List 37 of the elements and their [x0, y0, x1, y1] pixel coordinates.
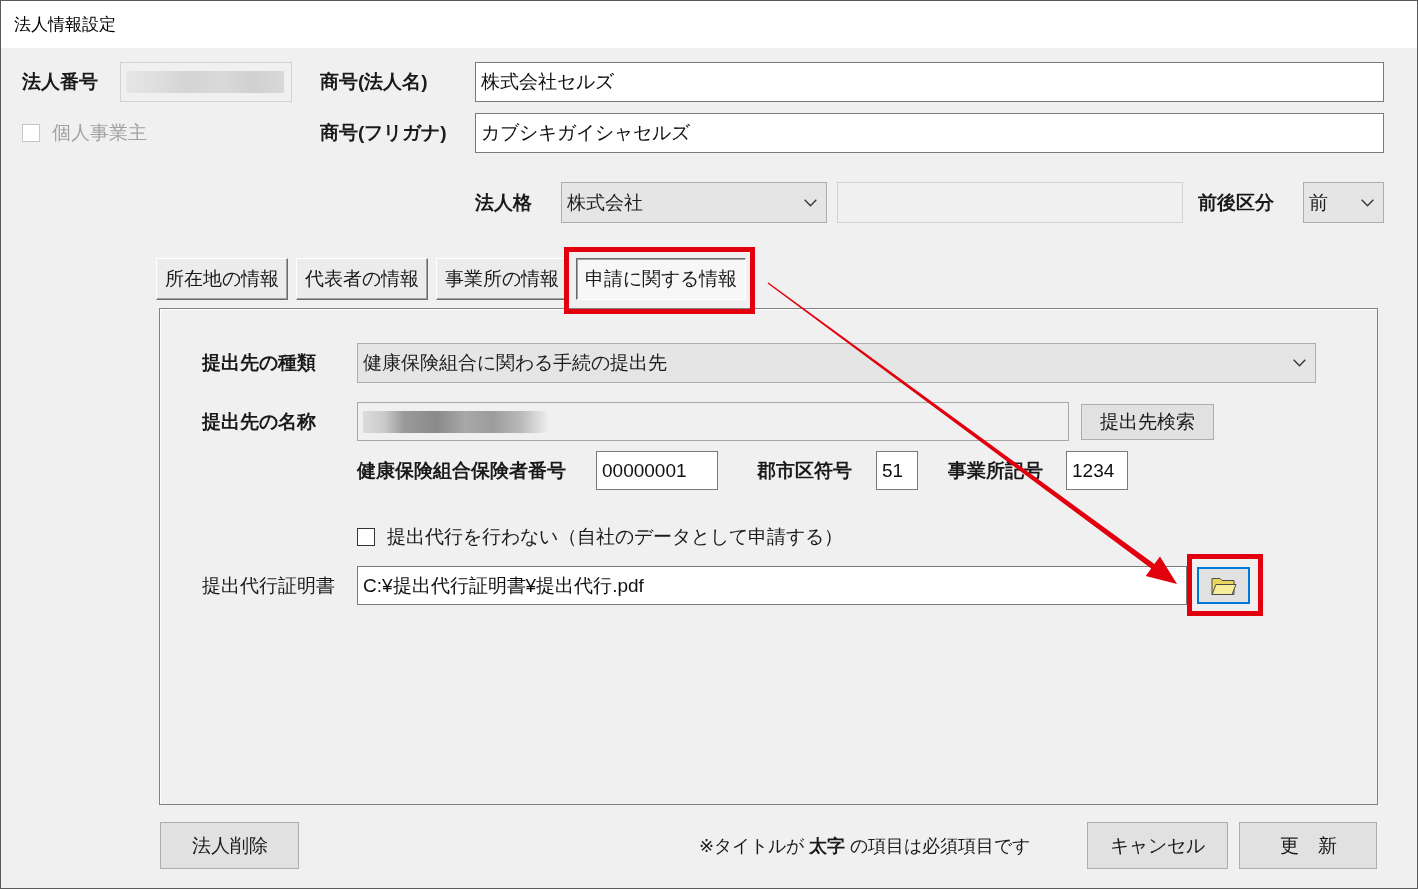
text-field[interactable]: カブシキガイシャセルズ [475, 113, 1384, 153]
checkbox-label: 提出代行を行わない（自社のデータとして申請する） [387, 525, 843, 549]
cancel-button[interactable]: キャンセル [1087, 822, 1228, 869]
dropdown[interactable]: 株式会社 [561, 182, 827, 223]
text-field[interactable]: C:¥提出代行証明書¥提出代行.pdf [357, 566, 1187, 605]
dropdown[interactable]: 健康保険組合に関わる手続の提出先 [357, 343, 1316, 383]
search-button[interactable]: 提出先検索 [1081, 403, 1214, 440]
field-label: 法人番号 [22, 70, 98, 94]
text-field[interactable]: 株式会社セルズ [475, 62, 1384, 102]
text-field[interactable]: 00000001 [596, 451, 718, 490]
text-field[interactable]: 51 [876, 451, 918, 490]
text-field[interactable]: 1234 [1066, 451, 1128, 490]
chevron-down-icon [1293, 359, 1306, 367]
folder-icon [1210, 575, 1237, 596]
text-field[interactable] [357, 402, 1069, 441]
browse-button[interactable] [1197, 567, 1250, 604]
field-label: 提出代行証明書 [202, 573, 335, 598]
field-label: 提出先の種類 [202, 351, 316, 375]
dropdown[interactable]: 前 [1303, 182, 1384, 223]
window-title: 法人情報設定 [14, 14, 116, 36]
tab[interactable]: 申請に関する情報 [576, 258, 746, 300]
tab[interactable]: 所在地の情報 [156, 258, 288, 300]
field-label: 商号(フリガナ) [320, 121, 447, 145]
checkbox[interactable] [357, 528, 375, 546]
tab[interactable]: 代表者の情報 [296, 258, 428, 300]
checkbox-label: 個人事業主 [52, 121, 147, 145]
field-label: 商号(法人名) [320, 70, 428, 94]
field-label: 前後区分 [1198, 190, 1274, 215]
field-label: 郡市区符号 [757, 458, 852, 483]
chevron-down-icon [1361, 198, 1374, 207]
field-label: 提出先の名称 [202, 409, 316, 434]
update-button[interactable]: 更 新 [1239, 822, 1377, 869]
field-label: 健康保険組合保険者番号 [357, 458, 566, 483]
chevron-down-icon [804, 198, 817, 207]
required-note: ※タイトルが 太字 の項目は必須項目です [698, 834, 1030, 858]
delete-button[interactable]: 法人削除 [160, 822, 299, 869]
field-label: 法人格 [475, 190, 532, 215]
